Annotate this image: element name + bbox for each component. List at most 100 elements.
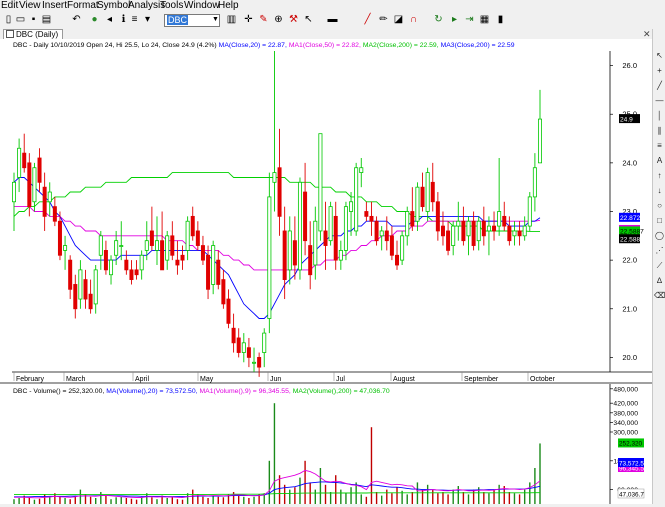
candle-body — [119, 245, 124, 247]
candle-body — [37, 157, 42, 183]
candle-body — [154, 240, 159, 251]
candle-body — [471, 220, 476, 246]
candle-body — [185, 220, 190, 251]
back-icon[interactable]: ◂ — [103, 13, 116, 27]
line-color-icon[interactable]: ▬ — [326, 13, 339, 27]
ma200-legend: MA2(Close,200) = 22.59, — [363, 42, 439, 49]
candle-body — [369, 215, 374, 222]
undo-icon[interactable]: ↶ — [70, 13, 83, 27]
tab-label: DBC (Daily) — [16, 30, 59, 39]
candle-body — [42, 186, 47, 217]
candle-body — [405, 211, 410, 237]
arrow-down-icon[interactable]: ↓ — [654, 186, 665, 196]
print-icon[interactable]: ▤ — [40, 13, 53, 27]
vol-ma9-legend: MA1(Volume(),9) = 96,345.55, — [200, 388, 291, 395]
x-tick-label: Jul — [336, 376, 345, 383]
x-tick-label: May — [200, 376, 214, 383]
magnet-icon[interactable]: ∩ — [407, 13, 420, 27]
candle-body — [297, 181, 302, 271]
dropdown-icon[interactable]: ▾ — [141, 13, 154, 27]
refresh-icon[interactable]: ↻ — [432, 13, 445, 27]
vline-icon[interactable]: │ — [654, 111, 665, 121]
candle-body — [323, 230, 328, 246]
candle-body — [507, 225, 512, 242]
trendline-icon[interactable]: ╱ — [654, 81, 665, 91]
pen-icon[interactable]: ✎ — [257, 13, 270, 27]
candle-body — [292, 240, 297, 266]
eraser-icon[interactable]: ⌫ — [654, 291, 665, 301]
menu-symbol[interactable]: Symbol — [97, 0, 130, 12]
candle-body — [17, 147, 22, 178]
candle-body — [466, 220, 471, 237]
hline-icon[interactable]: — — [654, 96, 665, 106]
volume-value-tag: 252,320 — [618, 438, 644, 448]
open-icon[interactable]: ▭ — [14, 13, 27, 27]
circle-icon[interactable]: ○ — [654, 201, 665, 211]
x-tick-label: August — [393, 376, 415, 383]
candle-body — [349, 201, 354, 212]
list-icon[interactable]: ≡ — [128, 13, 141, 27]
candle-body — [109, 259, 114, 276]
ellipse-icon[interactable]: ◯ — [654, 231, 665, 241]
menu-format[interactable]: Format — [67, 0, 99, 12]
pencil-icon[interactable]: ✏ — [377, 13, 390, 27]
price-tick-label: 20.0 — [622, 353, 637, 362]
label-icon[interactable]: ∆ — [654, 276, 665, 286]
crosshair-icon[interactable]: ✛ — [242, 13, 255, 27]
candle-body — [425, 172, 430, 212]
symbol-dropdown-icon[interactable]: ▼ — [211, 15, 220, 25]
gann-icon[interactable]: ⋰ — [654, 246, 665, 256]
menu-view[interactable]: View — [19, 0, 41, 12]
close-icon[interactable]: ✕ — [643, 29, 651, 39]
menu-edit[interactable]: Edit — [1, 0, 18, 12]
forward-icon[interactable]: ⇥ — [463, 13, 476, 27]
text-icon[interactable]: A — [654, 156, 665, 166]
arrow-up-icon[interactable]: ↑ — [654, 171, 665, 181]
price-value-tag: 24.9 — [619, 114, 640, 123]
go-icon[interactable]: ● — [88, 13, 101, 27]
price-value-tag-text: 22.8725 — [620, 215, 644, 222]
candle-body — [180, 254, 185, 261]
candle — [354, 162, 359, 236]
volume-tick-label: 480,000 — [613, 386, 638, 393]
zoom-icon[interactable]: ⊕ — [272, 13, 285, 27]
chart-svg: DBC - Daily 10/10/2019 Open 24, Hi 25.5,… — [0, 39, 652, 504]
candle-body — [517, 230, 522, 237]
candle-body — [93, 269, 98, 305]
candle-body — [389, 235, 394, 256]
volume-tick-label: 300,000 — [613, 430, 638, 437]
chart-window[interactable]: DBC - Daily 10/10/2019 Open 24, Hi 25.5,… — [0, 39, 652, 504]
candle-body — [476, 220, 481, 242]
bar-icon[interactable]: ▮ — [494, 13, 507, 27]
x-tick-label: March — [66, 376, 86, 383]
menu-help[interactable]: Help — [218, 0, 239, 12]
pointer-icon[interactable]: ↖ — [302, 13, 315, 27]
crosshair-icon[interactable]: + — [654, 66, 665, 76]
ma50-legend: MA1(Close,50) = 22.82, — [289, 42, 361, 49]
candle-body — [497, 211, 502, 227]
candle-body — [32, 167, 37, 203]
draw-line-icon[interactable]: ╱ — [361, 13, 374, 27]
menu-insert[interactable]: Insert — [42, 0, 67, 12]
arrow-icon[interactable]: ↖ — [654, 51, 665, 61]
save-icon[interactable]: ▪ — [27, 13, 40, 27]
candle-body — [461, 220, 466, 242]
candle-body — [160, 240, 165, 271]
fib-icon[interactable]: ≡ — [654, 141, 665, 151]
candle-body — [395, 254, 400, 266]
fill-icon[interactable]: ◪ — [392, 13, 405, 27]
volume-legend: DBC - Volume() = 252,320.00, MA(Volume(),… — [13, 388, 390, 395]
hammer-icon[interactable]: ⚒ — [287, 13, 300, 27]
rect-icon[interactable]: □ — [654, 216, 665, 226]
menu-window[interactable]: Window — [184, 0, 220, 12]
play-icon[interactable]: ▸ — [448, 13, 461, 27]
menu-tools[interactable]: Tools — [160, 0, 183, 12]
channel-icon[interactable]: ∥ — [654, 126, 665, 136]
regression-icon[interactable]: ⟋ — [654, 261, 665, 271]
chart-type-icon[interactable]: ▥ — [225, 13, 238, 27]
grid-icon[interactable]: ▦ — [478, 13, 491, 27]
candle-body — [144, 240, 149, 251]
chart-tab-icon — [6, 30, 14, 38]
candle-body — [512, 230, 517, 237]
volume-value-tag: 47,036.7 — [617, 488, 644, 498]
